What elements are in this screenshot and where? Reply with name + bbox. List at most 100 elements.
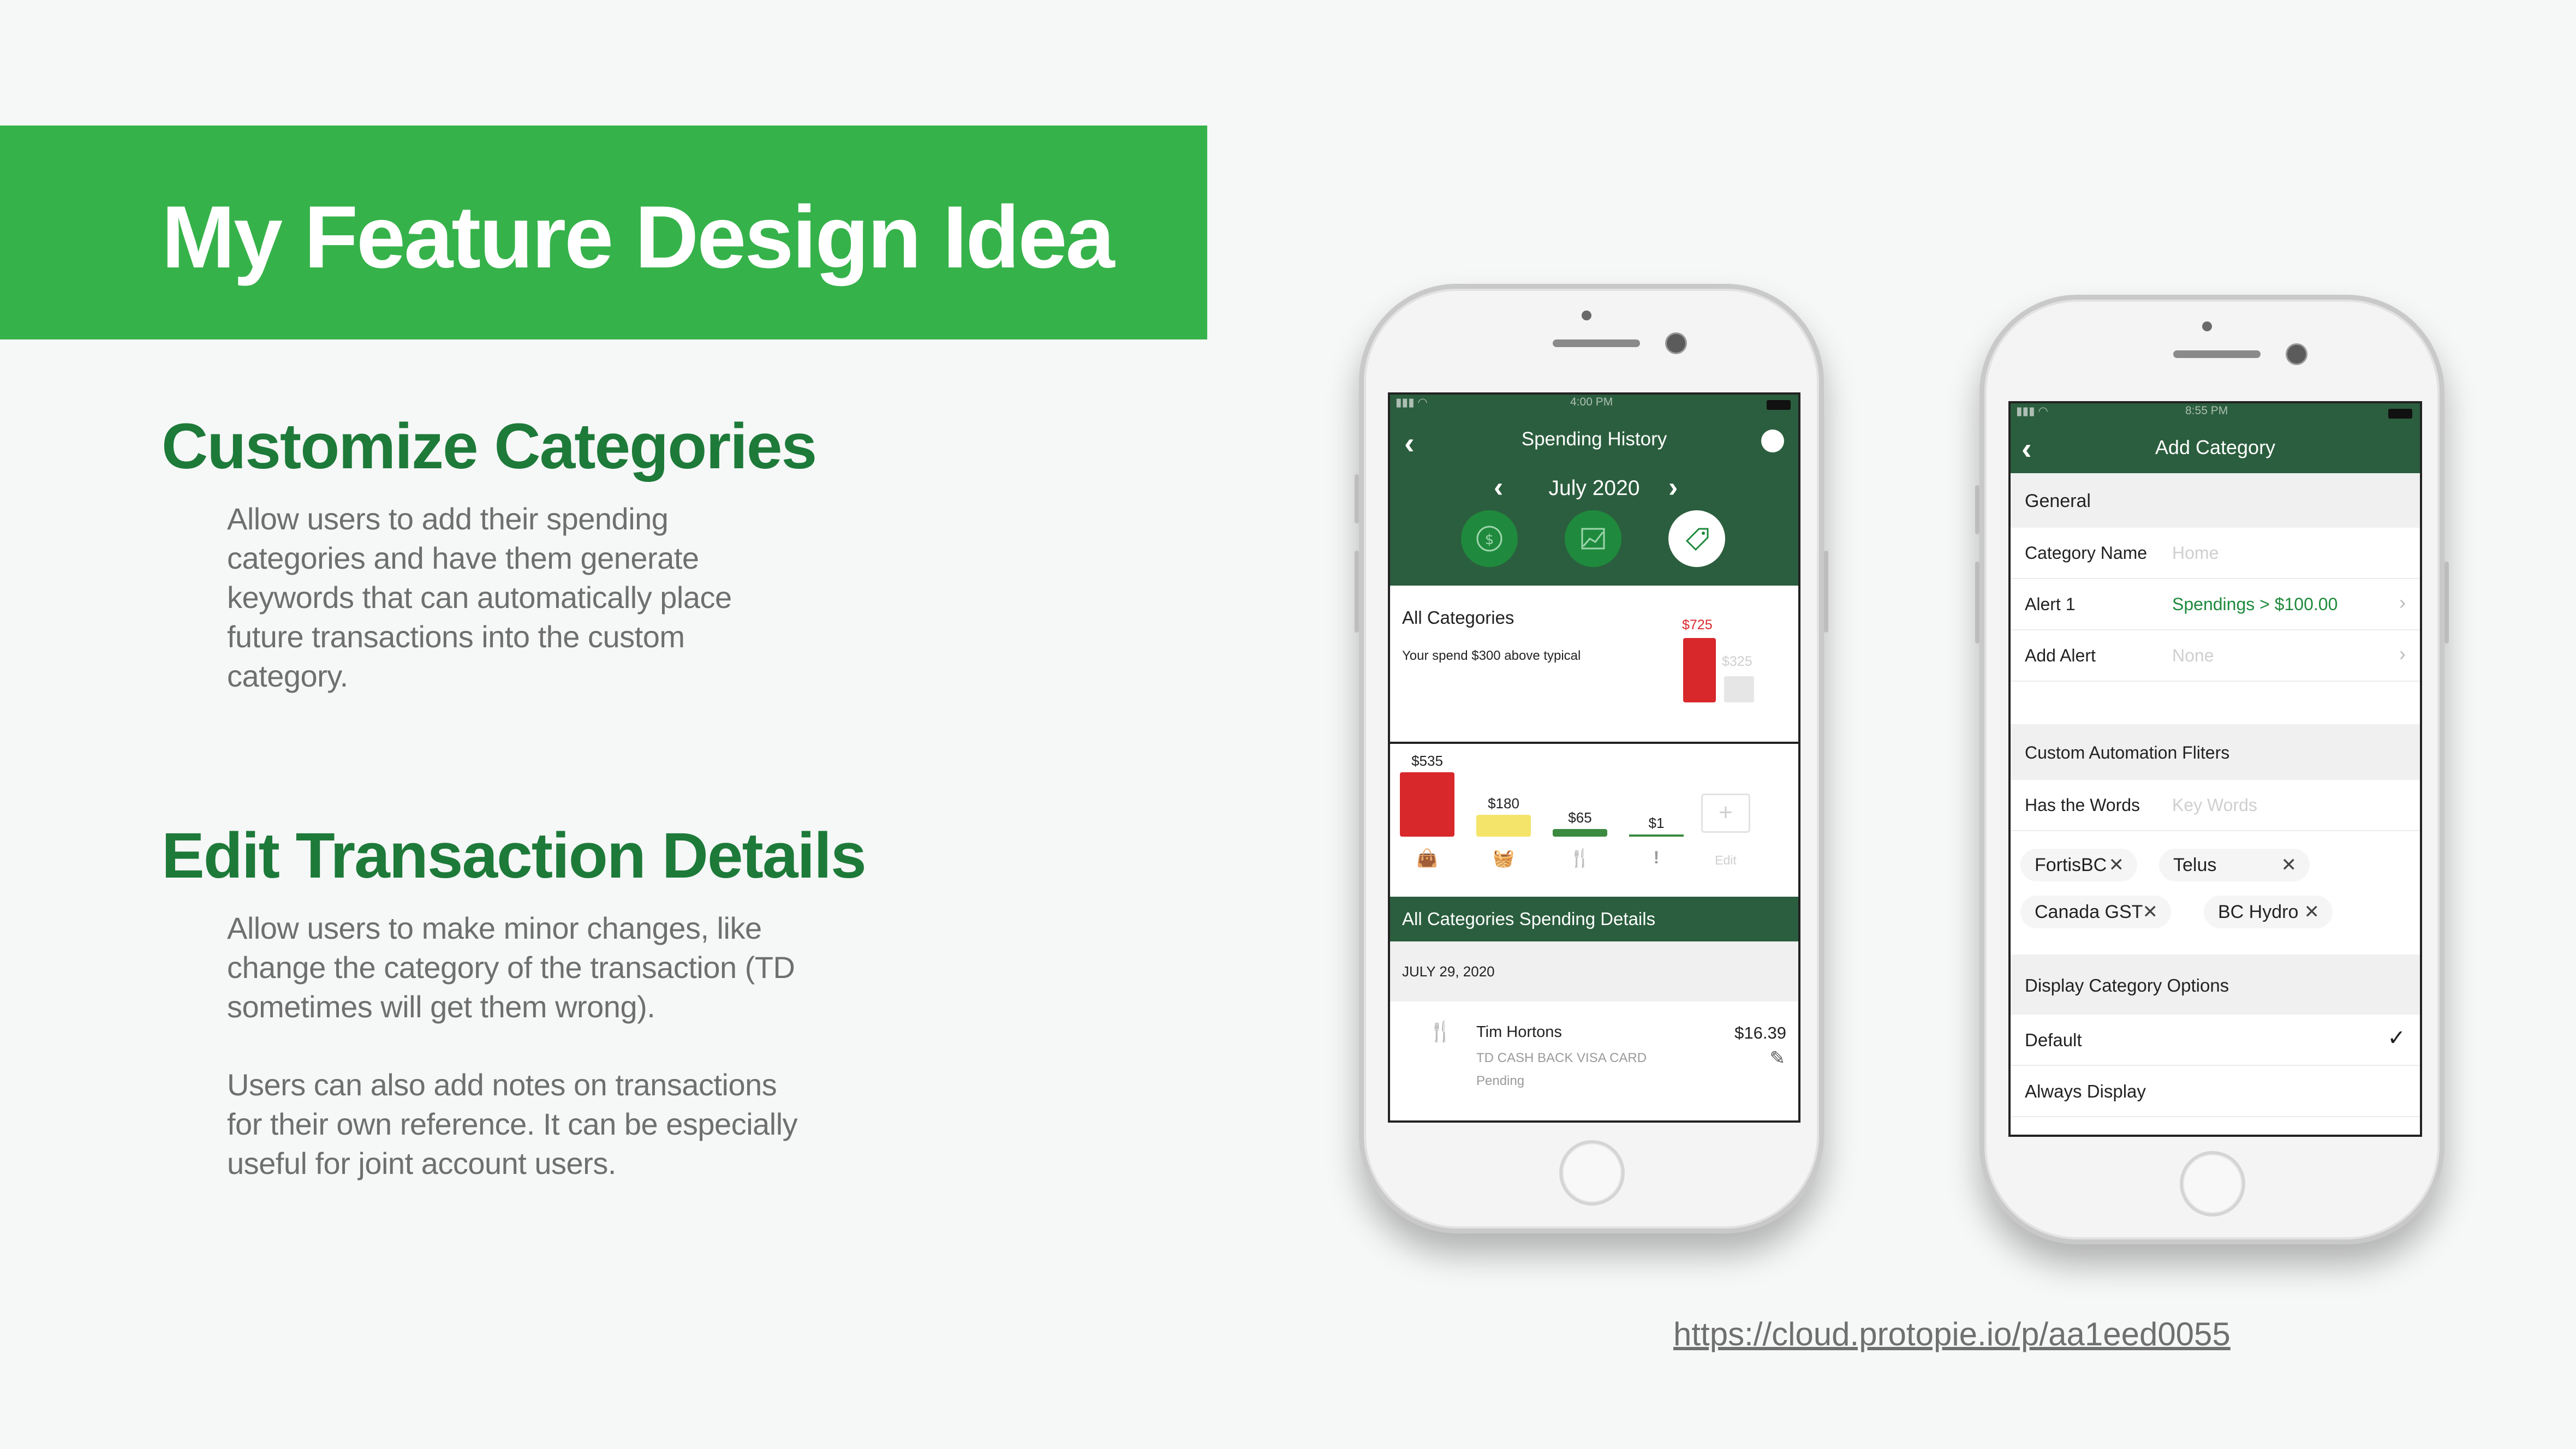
- keywords-input[interactable]: Key Words: [2172, 795, 2257, 815]
- chip-bc-hydro[interactable]: BC Hydro ✕: [2204, 896, 2333, 928]
- category-amount-label: $180: [1488, 795, 1519, 812]
- text-line: useful for joint account users.: [227, 1146, 616, 1180]
- alert-icon: !: [1653, 848, 1660, 867]
- app-header: ▮▮▮ ◠ 4:00 PM ‹ Spending History ‹ July …: [1390, 395, 1798, 586]
- earpiece-speaker: [1553, 339, 1640, 347]
- checkmark-icon: ✓: [2387, 1026, 2406, 1050]
- status-time: 4:00 PM: [1570, 396, 1613, 408]
- filters-section-header: Custom Automation Fliters: [2011, 724, 2420, 780]
- signal-icon: ▮▮▮ ◠: [2016, 405, 2048, 418]
- chevron-right-icon: ›: [2399, 591, 2406, 613]
- close-icon[interactable]: ✕: [2304, 896, 2320, 928]
- price-tag-icon[interactable]: [1668, 510, 1725, 567]
- divider: [1390, 742, 1798, 744]
- display-header-label: Display Category Options: [2025, 975, 2229, 995]
- add-category-button[interactable]: +: [1701, 794, 1750, 833]
- typical-spend-label: $325: [1722, 654, 1752, 669]
- power-button: [2444, 562, 2449, 643]
- transaction-date: JULY 29, 2020: [1402, 963, 1495, 980]
- profile-toggle-icon[interactable]: [1761, 430, 1784, 452]
- text-line: Users can also add notes on transactions: [227, 1068, 777, 1102]
- general-section-header: General: [2011, 473, 2420, 528]
- status-time: 8:55 PM: [2185, 404, 2228, 417]
- alert-1-row[interactable]: Alert 1 Spendings > $100.00 ›: [2011, 579, 2420, 630]
- close-icon[interactable]: ✕: [2109, 849, 2125, 881]
- section-heading-customize: Customize Categories: [162, 410, 817, 482]
- merchant-name[interactable]: Tim Hortons: [1476, 1023, 1562, 1041]
- category-name-row[interactable]: Category Name Home: [2011, 528, 2420, 579]
- category-amount-label: $1: [1648, 815, 1665, 831]
- fork-knife-icon: 🍴: [1428, 1020, 1453, 1042]
- next-month-icon[interactable]: ›: [1668, 471, 1678, 504]
- section-heading-edit: Edit Transaction Details: [162, 820, 867, 892]
- details-header-label: All Categories Spending Details: [1402, 909, 1656, 929]
- front-sensor: [2202, 321, 2212, 331]
- text-line: keywords that can automatically place: [227, 580, 732, 615]
- current-spend-label: $725: [1682, 617, 1713, 633]
- add-alert-row[interactable]: Add Alert None ›: [2011, 630, 2420, 682]
- svg-text:$: $: [1485, 532, 1494, 548]
- volume-up-button: [1975, 562, 1979, 643]
- front-camera: [2286, 343, 2307, 365]
- transaction-status: Pending: [1476, 1074, 1525, 1088]
- power-button: [1824, 551, 1828, 633]
- growth-chart-icon[interactable]: [1565, 510, 1621, 567]
- home-button[interactable]: [1559, 1140, 1625, 1206]
- text-line: future transactions into the custom: [227, 619, 685, 654]
- filters-header-label: Custom Automation Fliters: [2025, 743, 2230, 762]
- category-amount-label: $535: [1411, 753, 1443, 769]
- mute-switch: [1975, 485, 1979, 534]
- typical-spend-bar: [1724, 676, 1754, 702]
- current-spend-bar: [1683, 638, 1716, 702]
- chip-label: Telus: [2173, 855, 2217, 875]
- alert-1-value: Spendings > $100.00: [2172, 594, 2338, 614]
- option-always-display-row[interactable]: Always Display: [2011, 1066, 2420, 1117]
- volume-up-button: [1355, 551, 1359, 633]
- app-header: ▮▮▮ ◠ 8:55 PM ‹ Add Category: [2011, 403, 2420, 473]
- category-bar[interactable]: [1476, 815, 1531, 837]
- phone-spending-history: ▮▮▮ ◠ 4:00 PM ‹ Spending History ‹ July …: [1355, 284, 1828, 1233]
- section-text-edit: Allow users to make minor changes, like …: [227, 909, 855, 1183]
- details-header: All Categories Spending Details: [1390, 897, 1798, 941]
- category-bar[interactable]: [1400, 772, 1454, 837]
- slide-title: My Feature Design Idea: [162, 188, 1115, 287]
- category-name-label: Category Name: [2025, 543, 2148, 563]
- home-button[interactable]: [2180, 1151, 2245, 1217]
- screen-title: Spending History: [1521, 428, 1667, 450]
- category-name-input[interactable]: Home: [2172, 543, 2219, 563]
- fork-knife-icon: 🍴: [1569, 848, 1591, 868]
- option-always-display-label: Always Display: [2025, 1081, 2146, 1101]
- screen-spending-history: ▮▮▮ ◠ 4:00 PM ‹ Spending History ‹ July …: [1388, 392, 1800, 1123]
- text-line: categories and have them generate: [227, 541, 699, 575]
- add-alert-label: Add Alert: [2025, 646, 2096, 665]
- category-bar[interactable]: [1629, 834, 1684, 837]
- close-icon[interactable]: ✕: [2281, 849, 2297, 881]
- close-icon[interactable]: ✕: [2143, 896, 2158, 928]
- mute-switch: [1355, 474, 1359, 523]
- edit-pencil-icon[interactable]: ✎: [1770, 1047, 1786, 1069]
- has-words-row[interactable]: Has the Words Key Words: [2011, 780, 2420, 831]
- general-header-label: General: [2025, 491, 2091, 511]
- signal-icon: ▮▮▮ ◠: [1396, 396, 1428, 409]
- edit-label[interactable]: Edit: [1701, 853, 1750, 868]
- text-line: for their own reference. It can be espec…: [227, 1107, 798, 1141]
- option-default-row[interactable]: Default ✓: [2011, 1015, 2420, 1066]
- front-sensor: [1582, 311, 1591, 320]
- chevron-right-icon: ›: [2399, 642, 2406, 665]
- category-bar[interactable]: [1553, 828, 1607, 837]
- month-label: July 2020: [1548, 476, 1640, 500]
- shopping-bag-icon: 👜: [1416, 848, 1438, 868]
- chip-fortisbc[interactable]: FortisBC ✕: [2020, 849, 2137, 881]
- section-text-customize: Allow users to add their spending catego…: [227, 499, 855, 696]
- display-section-header: Display Category Options: [2011, 955, 2420, 1015]
- text-line: category.: [227, 659, 348, 693]
- chip-telus[interactable]: Telus ✕: [2159, 849, 2310, 881]
- screen-title: Add Category: [2155, 436, 2276, 458]
- dollar-coin-icon[interactable]: $: [1461, 510, 1518, 567]
- prototype-link[interactable]: https://cloud.protopie.io/p/aa1eed0055: [1673, 1315, 2231, 1353]
- text-line: sometimes will get them wrong).: [227, 989, 655, 1024]
- battery-icon: [2388, 409, 2412, 419]
- chip-canada-gst[interactable]: Canada GST ✕: [2020, 896, 2171, 928]
- screen-add-category: ▮▮▮ ◠ 8:55 PM ‹ Add Category General Cat…: [2008, 401, 2422, 1137]
- phone-add-category: ▮▮▮ ◠ 8:55 PM ‹ Add Category General Cat…: [1975, 295, 2449, 1244]
